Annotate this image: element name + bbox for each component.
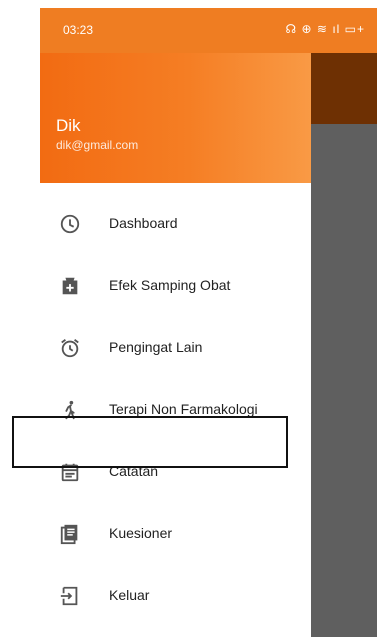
- menu-item-efek-samping-obat[interactable]: Efek Samping Obat: [40, 255, 311, 317]
- menu-item-pengingat-lain[interactable]: Pengingat Lain: [40, 317, 311, 379]
- walking-person-icon: [58, 398, 82, 422]
- clock-icon: [58, 212, 82, 236]
- status-bar: 03:23 ☊ ⊕ ≋ ıl ▭+: [40, 8, 377, 53]
- phone-screen: 03:23 ☊ ⊕ ≋ ıl ▭+ Dik dik@gmail.com Dash…: [40, 8, 377, 637]
- navigation-drawer: Dik dik@gmail.com Dashboard Efek Samping…: [40, 53, 311, 637]
- menu-item-label: Keluar: [109, 587, 150, 603]
- user-email: dik@gmail.com: [56, 138, 139, 152]
- logout-icon: [58, 584, 82, 608]
- status-icons: ☊ ⊕ ≋ ıl ▭+: [285, 22, 365, 36]
- app-bar-behind-scrim: [311, 53, 377, 124]
- menu-item-label: Kuesioner: [109, 525, 173, 541]
- menu-item-kuesioner[interactable]: Kuesioner: [40, 503, 311, 565]
- menu-item-label: Efek Samping Obat: [109, 277, 231, 293]
- drawer-header: Dik dik@gmail.com: [40, 53, 311, 183]
- menu-item-label: Terapi Non Farmakologi: [109, 401, 258, 417]
- menu-item-keluar[interactable]: Keluar: [40, 565, 311, 627]
- document-icon: [58, 522, 82, 546]
- menu-item-terapi-non-farmakologi[interactable]: Terapi Non Farmakologi: [40, 379, 311, 441]
- menu-item-label: Dashboard: [109, 215, 178, 231]
- calendar-icon: [58, 460, 82, 484]
- menu-item-label: Pengingat Lain: [109, 339, 203, 355]
- menu-item-catatan[interactable]: Catatan: [40, 441, 311, 503]
- medical-bag-icon: [58, 274, 82, 298]
- menu-item-label: Catatan: [109, 463, 159, 479]
- alarm-clock-icon: [58, 336, 82, 360]
- status-time: 03:23: [63, 23, 94, 37]
- menu-item-dashboard[interactable]: Dashboard: [40, 193, 311, 255]
- user-name: Dik: [56, 116, 81, 135]
